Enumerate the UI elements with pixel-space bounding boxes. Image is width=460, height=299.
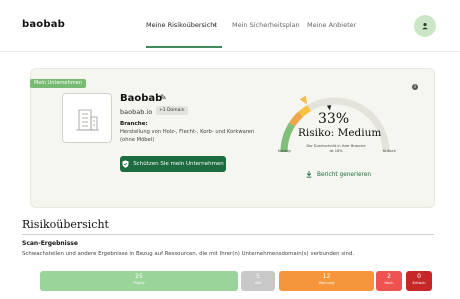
shield-icon: [122, 160, 129, 168]
chevron-down-icon[interactable]: ⌄: [212, 20, 218, 28]
pencil-edit-icon[interactable]: ✎: [160, 93, 167, 102]
risk-percent: 33%: [318, 111, 350, 127]
result-label-warning: Warnung: [318, 281, 335, 285]
top-navigation-bar: [0, 0, 460, 52]
gauge-segment-orange: [289, 111, 303, 127]
baobab-logo[interactable]: baobab: [22, 19, 65, 30]
result-bar-warning[interactable]: 12 Warnung: [279, 271, 374, 291]
info-icon[interactable]: i: [412, 84, 418, 90]
result-bar-positive[interactable]: 25 Positiv: [40, 271, 238, 291]
generate-report-label: Bericht generieren: [317, 171, 372, 178]
result-count-info: 5: [256, 273, 260, 280]
industry-average-note: Der Durchschnitt in Ihrer Branche ist 18…: [306, 144, 366, 153]
active-tab-indicator: [146, 46, 222, 48]
result-bar-high[interactable]: 2 Hoch: [376, 271, 402, 291]
result-label-positive: Positiv: [133, 281, 145, 285]
nav-tab-security-plan[interactable]: Mein Sicherheitsplan: [232, 21, 300, 29]
risk-value-marker: [299, 95, 307, 105]
gauge-segment-yellow: [298, 105, 311, 118]
gauge-segment-green: [280, 122, 296, 153]
nav-tab-providers[interactable]: Meine Anbieter: [307, 21, 356, 29]
scan-results-description: Schwachstellen und andere Ergebnisse in …: [22, 251, 355, 257]
download-icon: [306, 171, 312, 178]
result-label-high: Hoch: [384, 281, 394, 285]
result-count-warning: 12: [322, 273, 331, 280]
risk-level-label: Risiko: Medium: [298, 127, 382, 139]
protect-company-label: Schützen Sie mein Unternehmen: [133, 161, 224, 167]
user-icon: [422, 22, 428, 30]
gauge-scale-high: Kritisch: [383, 149, 397, 153]
result-count-positive: 25: [135, 273, 143, 280]
industry-average-marker: [326, 105, 332, 111]
company-domain: baobab.io: [120, 108, 153, 116]
result-label-info: Info: [254, 281, 262, 285]
result-label-critical: Kritisch: [412, 281, 426, 285]
user-avatar-button[interactable]: [414, 15, 436, 37]
nav-tab-risk-overview[interactable]: Meine Risikoübersicht: [146, 21, 217, 29]
result-bar-critical[interactable]: 0 Kritisch: [406, 271, 432, 291]
company-logo-placeholder: [62, 93, 112, 143]
risk-overview-title: Risikoübersicht: [22, 218, 109, 231]
additional-domain-chip[interactable]: +1 Domain: [156, 106, 188, 115]
industry-heading: Branche:: [120, 121, 148, 127]
result-count-critical: 0: [417, 273, 421, 280]
scan-results-heading: Scan-Ergebnisse: [22, 240, 78, 247]
protect-company-button[interactable]: Schützen Sie mein Unternehmen: [120, 156, 226, 172]
result-count-high: 2: [387, 273, 391, 280]
generate-report-button[interactable]: Bericht generieren: [306, 171, 371, 178]
gauge-scale-low: Niedrig: [278, 149, 291, 153]
building-icon: [76, 109, 99, 131]
industry-text: Herstellung von Holz-, Flecht-, Korb- un…: [120, 129, 255, 143]
result-bar-info[interactable]: 5 Info: [241, 271, 275, 291]
my-company-badge: Mein Unternehmen: [30, 79, 86, 88]
section-divider: [22, 234, 434, 235]
company-name: Baobab: [120, 93, 163, 104]
